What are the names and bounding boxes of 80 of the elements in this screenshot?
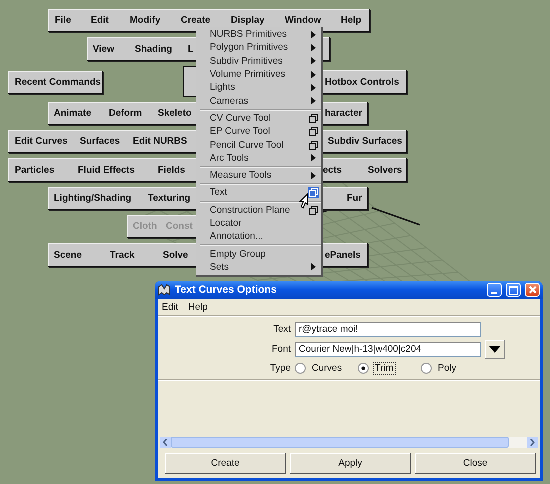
menu-label[interactable]: Surfaces bbox=[80, 130, 120, 153]
menu-label[interactable]: Track bbox=[110, 243, 135, 267]
menu-item[interactable]: Edit bbox=[162, 302, 178, 312]
menu-label[interactable]: L bbox=[188, 37, 194, 61]
menu-label[interactable]: ePanels bbox=[325, 243, 361, 267]
menu-label[interactable]: Edit NURBS bbox=[133, 130, 188, 153]
menu-item[interactable]: Sets bbox=[210, 262, 308, 273]
submenu-arrow-icon bbox=[311, 263, 316, 272]
maximize-button[interactable] bbox=[506, 283, 521, 297]
menu-label[interactable]: Edit bbox=[91, 9, 109, 32]
dialog-button[interactable]: Close bbox=[415, 453, 536, 474]
menu-item[interactable]: Subdiv Primitives bbox=[210, 56, 308, 67]
horizontal-scrollbar[interactable] bbox=[160, 437, 538, 448]
menu-label[interactable]: Lighting/Shading bbox=[54, 187, 132, 210]
menu-label[interactable]: Edit Curves bbox=[15, 130, 68, 153]
menu-item[interactable]: Help bbox=[188, 302, 208, 312]
maximize-icon bbox=[509, 286, 518, 294]
menu-label[interactable]: Animate bbox=[54, 102, 92, 125]
menu-label[interactable]: Skeleto bbox=[158, 102, 192, 125]
menu-item[interactable]: Annotation... bbox=[210, 231, 308, 242]
minimize-button[interactable] bbox=[487, 283, 502, 297]
menu-item[interactable]: Empty Group bbox=[210, 248, 308, 260]
app-icon bbox=[158, 284, 171, 296]
submenu-arrow-icon bbox=[311, 172, 316, 180]
menu-item[interactable]: NURBS Primitives bbox=[210, 29, 308, 40]
menu-item[interactable]: Pencil Curve Tool bbox=[210, 140, 308, 151]
option-box-button[interactable] bbox=[308, 140, 319, 151]
menu-label[interactable]: haracter bbox=[325, 102, 362, 125]
menu-label[interactable]: Help bbox=[341, 9, 362, 32]
field-label: Font bbox=[270, 344, 291, 355]
option-box-button[interactable] bbox=[308, 204, 319, 216]
menu-label[interactable]: ects bbox=[323, 158, 342, 182]
menu-label[interactable]: Modify bbox=[130, 9, 161, 32]
menu-item[interactable]: Measure Tools bbox=[210, 170, 308, 182]
menu-label[interactable]: File bbox=[55, 9, 72, 32]
menu-item[interactable]: Construction Plane bbox=[210, 204, 308, 216]
radio-button[interactable] bbox=[295, 363, 306, 374]
field-label: Type bbox=[269, 363, 291, 374]
radio-label[interactable]: Trim bbox=[373, 362, 396, 375]
dropdown-button[interactable] bbox=[485, 340, 505, 359]
caret-icon bbox=[489, 346, 501, 353]
option-box-button[interactable] bbox=[308, 112, 319, 124]
submenu-arrow-icon bbox=[311, 154, 316, 162]
dialog-button[interactable]: Create bbox=[165, 453, 286, 474]
menu-label[interactable]: Fluid Effects bbox=[78, 158, 136, 182]
menu-item[interactable]: Locator bbox=[210, 218, 308, 229]
menu-item[interactable]: EP Curve Tool bbox=[210, 126, 308, 138]
menu-item[interactable]: Arc Tools bbox=[210, 152, 308, 164]
radio-button[interactable] bbox=[421, 363, 432, 374]
radio-label[interactable]: Poly bbox=[436, 362, 458, 375]
menu-item[interactable]: CV Curve Tool bbox=[210, 112, 308, 124]
menu-item[interactable]: Volume Primitives bbox=[210, 69, 308, 80]
dialog-button[interactable]: Apply bbox=[290, 453, 411, 474]
font-field[interactable]: Courier New|h-13|w400|c204 bbox=[295, 342, 481, 357]
menu-label[interactable]: Solvers bbox=[368, 158, 402, 182]
menu-item[interactable]: Lights bbox=[210, 82, 308, 94]
menu-label[interactable]: View bbox=[93, 37, 114, 61]
close-icon bbox=[528, 286, 536, 294]
menu-label[interactable]: Hotbox Controls bbox=[325, 70, 400, 94]
menu-label[interactable]: Scene bbox=[54, 243, 82, 267]
menu-label[interactable]: Particles bbox=[15, 158, 55, 182]
radio-button[interactable] bbox=[358, 363, 369, 374]
option-box-button[interactable] bbox=[308, 187, 319, 198]
field-label: Text bbox=[272, 324, 291, 335]
close-button[interactable] bbox=[525, 283, 540, 297]
text-field[interactable]: r@ytrace moi! bbox=[295, 322, 481, 337]
menu-label[interactable]: Fields bbox=[158, 158, 186, 182]
menu-label[interactable]: Texturing bbox=[148, 187, 191, 210]
menu-label[interactable]: Fur bbox=[347, 187, 362, 210]
menu-label[interactable]: Solve bbox=[163, 243, 188, 267]
window-title: Text Curves Options bbox=[175, 284, 278, 296]
menu-label[interactable]: Recent Commands bbox=[15, 71, 102, 94]
menu-label[interactable]: Shading bbox=[135, 37, 172, 61]
cursor-icon bbox=[299, 193, 309, 209]
menu-item[interactable]: Cameras bbox=[210, 96, 308, 107]
radio-label[interactable]: Curves bbox=[310, 362, 344, 375]
menu-label[interactable]: Deform bbox=[109, 102, 142, 125]
menu-label[interactable]: Subdiv Surfaces bbox=[328, 130, 402, 153]
menu-item[interactable]: Polygon Primitives bbox=[210, 42, 308, 54]
option-box-button[interactable] bbox=[308, 126, 319, 138]
